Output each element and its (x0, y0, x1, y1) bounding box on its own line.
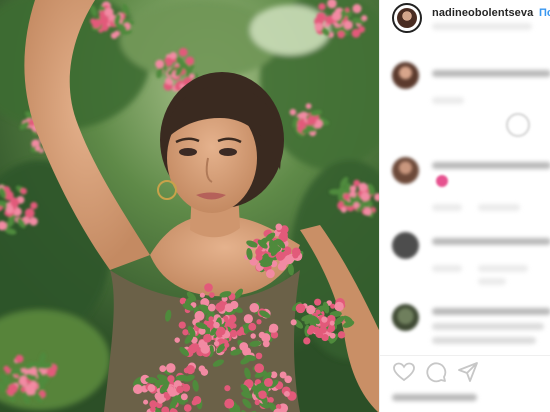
post-actions (380, 360, 550, 390)
author-avatar[interactable] (392, 3, 422, 33)
heart-icon[interactable] (392, 360, 416, 384)
comment-author-blurred (432, 238, 550, 245)
likes-count-blurred (392, 394, 477, 401)
comment-author-blurred (432, 70, 550, 77)
comment-reply-blurred (478, 204, 520, 211)
actions-divider (380, 355, 550, 356)
view-replies-icon[interactable] (506, 113, 530, 137)
comment-avatar[interactable] (392, 232, 419, 259)
post-sidebar: nadineobolentseva Подп (379, 0, 550, 412)
share-icon[interactable] (456, 360, 480, 384)
post-photo[interactable] (0, 0, 379, 412)
follow-button[interactable]: Подп (539, 7, 550, 19)
comment-text-blurred (432, 323, 544, 330)
comment-icon[interactable] (424, 360, 448, 384)
post-header: nadineobolentseva Подп (380, 0, 550, 44)
author-username[interactable]: nadineobolentseva (432, 7, 533, 19)
comment-timestamp-blurred (432, 97, 464, 104)
photo-image (0, 0, 379, 412)
comment-timestamp-blurred (432, 204, 462, 211)
emoji-icon (436, 175, 448, 187)
comment-avatar[interactable] (392, 62, 419, 89)
comment-timestamp-blurred (432, 265, 462, 272)
comment-avatar[interactable] (392, 304, 419, 331)
comment-author-blurred (432, 308, 550, 315)
comment-reply-blurred (478, 265, 528, 272)
caption-blurred-line (432, 23, 532, 30)
comment-text-blurred (432, 337, 536, 344)
comment-author-blurred (432, 162, 550, 169)
comment-reply-blurred (478, 278, 506, 285)
comment-avatar[interactable] (392, 157, 419, 184)
